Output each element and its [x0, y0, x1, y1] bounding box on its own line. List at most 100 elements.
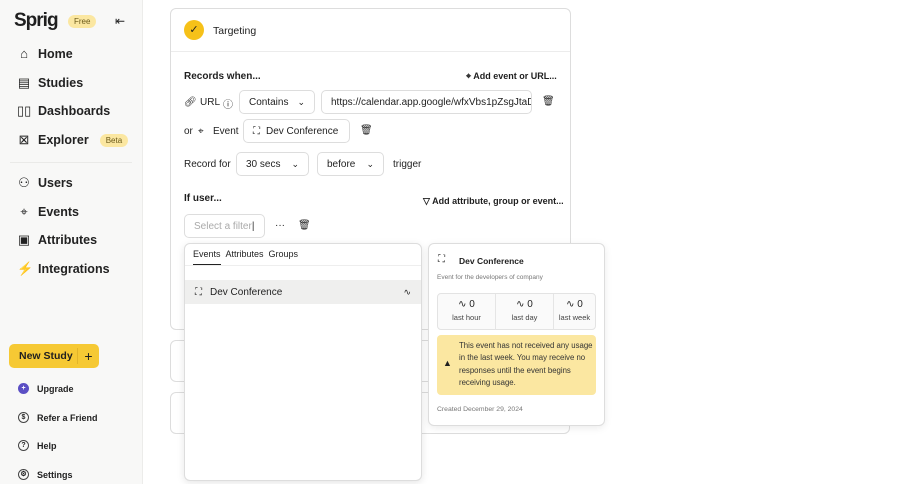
sidebar-item-events[interactable]: ⌖ Events [17, 205, 79, 220]
upgrade-label: Upgrade [37, 383, 74, 394]
trigger-label: trigger [393, 159, 422, 170]
filter-dropdown: Events Attributes Groups ⛶ Dev Conference… [184, 243, 422, 481]
warning-banner: ▲ This event has not received any usage … [437, 335, 596, 395]
add-event-or-url-button[interactable]: ⌖ Add event or URL... [466, 71, 557, 82]
event-label: Event [213, 126, 239, 137]
beta-badge: Beta [99, 133, 129, 147]
refer-label: Refer a Friend [37, 412, 98, 423]
divider [185, 265, 421, 266]
stat-value: 0 [577, 299, 583, 310]
filter-input[interactable]: Select a filter | [184, 214, 265, 238]
chevron-down-icon: ⌄ [366, 158, 374, 169]
sidebar-item-attributes[interactable]: ▣ Attributes [17, 232, 98, 248]
new-study-button[interactable]: New Study + [9, 344, 99, 368]
nav-label: Home [38, 47, 73, 61]
record-for-label: Record for [184, 159, 231, 170]
attributes-icon: ▣ [17, 232, 31, 247]
item-label: Dev Conference [210, 286, 283, 298]
tab-attributes[interactable]: Attributes [226, 249, 264, 265]
add-filter-label: Add attribute, group or event... [432, 196, 564, 206]
stat-label: last hour [452, 313, 481, 322]
settings-link[interactable]: ⚙ Settings [18, 469, 73, 480]
nav-label: Explorer [38, 133, 89, 147]
divider [171, 51, 570, 52]
event-icon: ⛶ [438, 254, 445, 265]
event-description: Event for the developers of company [437, 274, 543, 281]
stat-label: last day [511, 313, 538, 322]
timing-value: before [327, 158, 356, 170]
sidebar-item-users[interactable]: ⚇ Users [17, 175, 73, 191]
check-icon: ✓ [184, 20, 204, 40]
warning-icon: ▲ [443, 358, 452, 368]
url-operator-value: Contains [249, 96, 289, 108]
integrations-icon: ⚡ [17, 261, 34, 276]
record-timing-select[interactable]: before ⌄ [317, 152, 384, 176]
sidebar-item-explorer[interactable]: ⊠ Explorer Beta [17, 132, 129, 147]
tab-groups[interactable]: Groups [269, 249, 299, 265]
sidebar-item-studies[interactable]: ▤ Studies [17, 75, 84, 91]
url-value: https://calendar.app.google/wfxVbs1pZsgJ… [331, 96, 532, 108]
nav-label: Users [38, 176, 73, 190]
activity-icon: ∿ [403, 286, 411, 297]
url-label: URL [200, 97, 221, 108]
explorer-icon: ⊠ [18, 132, 30, 147]
plus-icon[interactable]: + [77, 348, 99, 364]
nav-label: Attributes [38, 233, 98, 247]
event-value: Dev Conference [266, 125, 339, 137]
dropdown-tabs: Events Attributes Groups [193, 249, 298, 265]
event-select[interactable]: ⛶ Dev Conference [243, 119, 350, 143]
help-icon: ? [18, 440, 29, 451]
help-link[interactable]: ? Help [18, 440, 57, 451]
filter-icon: ▽ [423, 196, 433, 206]
collapse-sidebar-icon[interactable]: ⇤ [115, 14, 125, 28]
sidebar-item-dashboards[interactable]: ▯▯ Dashboards [17, 103, 111, 119]
url-operator-select[interactable]: Contains ⌄ [239, 90, 315, 114]
filter-placeholder: Select a filter [194, 220, 252, 232]
chevron-down-icon: ⌄ [291, 158, 299, 169]
activity-icon: ∿ [516, 299, 528, 310]
tab-events[interactable]: Events [193, 249, 221, 265]
delete-url-icon[interactable]: 🗑︎ [542, 96, 555, 107]
nav-label: Integrations [38, 262, 110, 276]
delete-filter-icon[interactable]: 🗑︎ [298, 220, 311, 231]
duration-value: 30 secs [246, 158, 281, 170]
sidebar-item-home[interactable]: ⌂ Home [17, 46, 73, 62]
or-label: or [184, 126, 193, 137]
new-study-label: New Study [19, 350, 73, 362]
stat-last-hour: ∿ 0 last hour [438, 294, 496, 330]
nav-label: Dashboards [38, 104, 111, 118]
sprig-logo[interactable]: Sprig [14, 10, 59, 32]
divider [10, 162, 132, 163]
link-icon: 🔗︎ [184, 97, 197, 108]
sidebar-item-integrations[interactable]: ⚡ Integrations [17, 261, 110, 277]
record-duration-select[interactable]: 30 secs ⌄ [236, 152, 309, 176]
stat-last-day: ∿ 0 last day [496, 294, 554, 330]
stat-value: 0 [527, 299, 533, 310]
dashboards-icon: ▯▯ [17, 103, 32, 118]
stat-last-week: ∿ 0 last week [554, 294, 595, 330]
sidebar: Sprig Free ⇤ ⌂ Home ▤ Studies ▯▯ Dashboards… [0, 0, 143, 484]
more-options-icon[interactable]: ··· [275, 220, 285, 231]
targeting-title: Targeting [213, 25, 257, 37]
created-date: Created December 29, 2024 [437, 406, 523, 413]
dropdown-item-dev-conference[interactable]: ⛶ Dev Conference ∿ [185, 280, 421, 304]
studies-icon: ▤ [17, 75, 31, 90]
home-icon: ⌂ [20, 46, 28, 61]
upgrade-icon: + [18, 383, 29, 394]
delete-event-icon[interactable]: 🗑︎ [360, 125, 373, 136]
chevron-down-icon: ⌄ [297, 96, 305, 107]
help-label: Help [37, 440, 57, 451]
add-filter-button[interactable]: ▽ Add attribute, group or event... [423, 196, 564, 207]
upgrade-link[interactable]: + Upgrade [18, 383, 74, 394]
info-icon[interactable]: ⓘ [223, 96, 233, 111]
nav-label: Studies [38, 76, 84, 90]
refer-friend-link[interactable]: $ Refer a Friend [18, 412, 98, 423]
dollar-icon: $ [18, 412, 29, 423]
events-icon: ⌖ [198, 126, 204, 137]
event-details-card: ⛶ Dev Conference Event for the developer… [428, 243, 605, 426]
url-value-input[interactable]: https://calendar.app.google/wfxVbs1pZsgJ… [321, 90, 532, 114]
event-icon: ⛶ [195, 286, 202, 298]
plan-badge: Free [68, 15, 97, 28]
users-icon: ⚇ [18, 175, 30, 190]
add-event-label: Add event or URL... [473, 71, 557, 81]
